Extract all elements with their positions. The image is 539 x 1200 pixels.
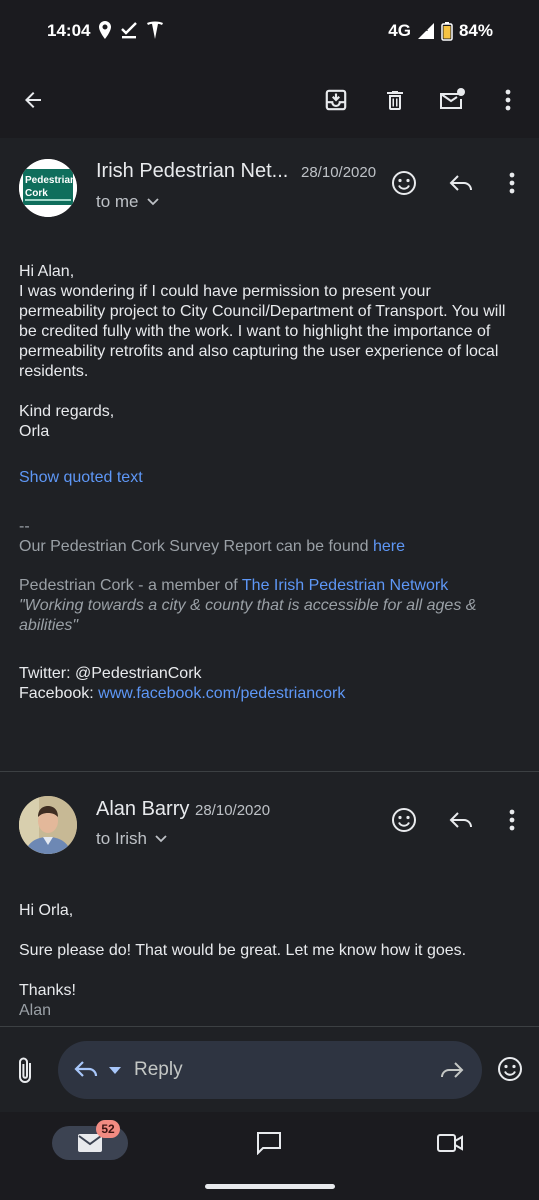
nav-chat[interactable] (256, 1131, 282, 1160)
message-paragraph: I was wondering if I could have permissi… (19, 283, 506, 380)
reply-icon[interactable] (74, 1059, 98, 1079)
status-right: 4G R 84% (388, 21, 493, 41)
sender-avatar[interactable]: Pedestrian Cork (19, 159, 77, 217)
status-icons (98, 20, 164, 40)
facebook-label: Facebook: (19, 685, 99, 702)
emoji-icon (498, 1057, 522, 1081)
unread-count-badge: 52 (96, 1120, 120, 1138)
svg-text:Cork: Cork (25, 188, 48, 199)
location-icon (99, 21, 111, 39)
more-vert-icon (509, 172, 515, 194)
archive-icon (325, 89, 347, 111)
svg-text:R: R (423, 26, 428, 33)
closing: Kind regards, (19, 403, 115, 420)
more-vert-icon (509, 809, 515, 831)
recipient-details-2[interactable]: to Irish (96, 829, 167, 849)
reply-icon (449, 175, 472, 191)
battery-icon (441, 22, 453, 41)
home-indicator[interactable] (205, 1184, 335, 1189)
social-block: Twitter: @PedestrianCork Facebook: www.f… (19, 664, 519, 704)
signal-icon: R (417, 23, 434, 39)
reply-placeholder: Reply (134, 1059, 183, 1080)
network-link[interactable]: The Irish Pedestrian Network (242, 577, 448, 594)
survey-line: Our Pedestrian Cork Survey Report can be… (19, 537, 519, 557)
status-time: 14:04 (47, 21, 91, 40)
battery-label: 84% (458, 21, 493, 40)
signature-name: Orla (19, 423, 50, 440)
message-more-button-2[interactable] (492, 800, 532, 840)
chevron-down-icon (146, 198, 159, 206)
twitter-line: Twitter: @PedestrianCork (19, 665, 202, 682)
more-vert-icon (505, 89, 511, 111)
react-button[interactable] (384, 163, 424, 203)
attachment-icon (19, 1057, 31, 1083)
status-bar: 14:04 4G R 84% (0, 0, 539, 62)
recipient-details[interactable]: to me (96, 192, 159, 212)
chat-icon (257, 1132, 281, 1156)
survey-text: Our Pedestrian Cork Survey Report can be… (19, 538, 373, 555)
sender-avatar-2[interactable] (19, 796, 77, 854)
survey-link[interactable]: here (373, 538, 405, 555)
signature-block: -- Our Pedestrian Cork Survey Report can… (19, 517, 519, 636)
attach-button[interactable] (14, 1057, 40, 1090)
reply-button[interactable] (441, 163, 481, 203)
signature-dash: -- (19, 518, 30, 535)
mark-unread-icon (440, 88, 465, 109)
message-paragraph-2: Sure please do! That would be great. Let… (19, 942, 467, 959)
react-button-2[interactable] (384, 800, 424, 840)
message-divider (0, 771, 539, 772)
video-camera-icon (437, 1134, 463, 1152)
delete-button[interactable] (375, 80, 415, 120)
back-button[interactable] (13, 80, 53, 120)
member-line: Pedestrian Cork - a member of The Irish … (19, 576, 519, 596)
member-text: Pedestrian Cork - a member of (19, 577, 242, 594)
recipient-label-2: to Irish (96, 829, 148, 848)
closing-2: Thanks! (19, 982, 76, 999)
emoji-icon (392, 808, 416, 832)
facebook-link[interactable]: www.facebook.com/pedestriancork (98, 685, 345, 702)
top-app-bar (0, 62, 539, 138)
conversation-view: Pedestrian Cork Irish Pedestrian Net... … (0, 138, 539, 1026)
greeting-2: Hi Orla, (19, 902, 74, 919)
delete-icon (387, 91, 403, 110)
network-label: 4G (388, 21, 411, 40)
task-done-icon (121, 22, 137, 39)
emoji-icon (392, 171, 416, 195)
message-more-button[interactable] (492, 163, 532, 203)
sender-name[interactable]: Irish Pedestrian Net... (96, 160, 288, 183)
message-body: Hi Alan, I was wondering if I could have… (19, 262, 519, 442)
person-photo (19, 796, 77, 854)
archive-button[interactable] (316, 80, 356, 120)
svg-text:Pedestrian: Pedestrian (25, 175, 76, 186)
reply-bar: Reply (0, 1026, 539, 1112)
back-arrow-icon (25, 92, 41, 108)
reply-input[interactable]: Reply (58, 1041, 482, 1099)
signature-name-2: Alan (19, 1002, 52, 1019)
message-body-2: Hi Orla, Sure please do! That would be g… (19, 901, 519, 1021)
bottom-navigation: 52 (0, 1112, 539, 1200)
pedestrian-cork-logo: Pedestrian Cork (19, 159, 77, 217)
mark-unread-button[interactable] (432, 80, 472, 120)
reply-icon (449, 812, 472, 828)
nav-meet[interactable] (436, 1132, 464, 1159)
forward-icon[interactable] (440, 1060, 464, 1080)
sender-name-2[interactable]: Alan Barry (96, 798, 189, 821)
chevron-down-icon (155, 835, 167, 843)
emoji-reaction-button[interactable] (497, 1056, 523, 1087)
recipient-label: to me (96, 192, 139, 211)
message-date-2: 28/10/2020 (195, 802, 271, 819)
message-date: 28/10/2020 (301, 164, 377, 181)
facebook-line: Facebook: www.facebook.com/pedestriancor… (19, 684, 519, 704)
greeting: Hi Alan, (19, 263, 75, 280)
caret-down-icon[interactable] (109, 1067, 121, 1074)
more-options-button[interactable] (488, 80, 528, 120)
reply-button-2[interactable] (441, 800, 481, 840)
show-quoted-text-link[interactable]: Show quoted text (19, 468, 519, 488)
tesla-icon (147, 21, 163, 39)
signature-quote: "Working towards a city & county that is… (19, 597, 477, 634)
